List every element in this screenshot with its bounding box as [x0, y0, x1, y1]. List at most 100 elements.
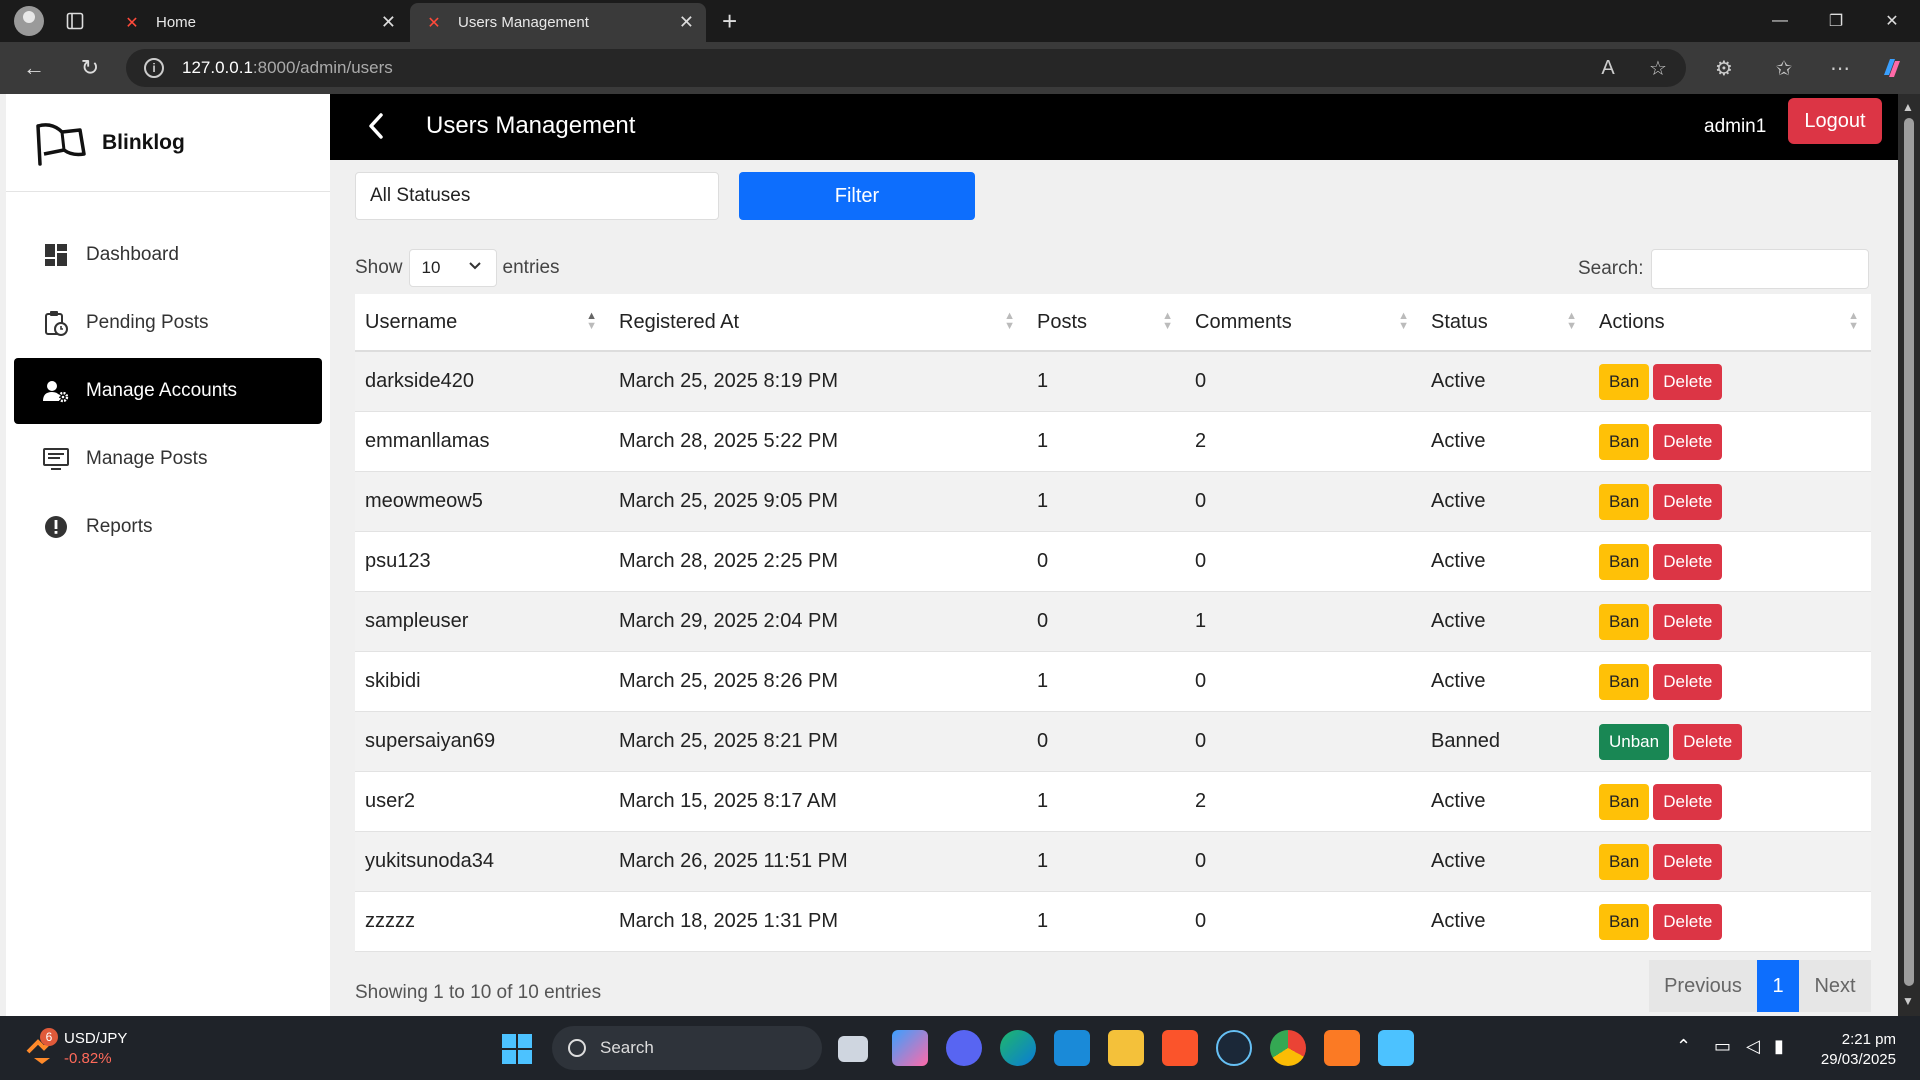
- column-header-comments[interactable]: Comments ▲ ▼: [1185, 293, 1421, 351]
- delete-button[interactable]: Delete: [1653, 843, 1723, 880]
- close-window-icon[interactable]: ✕: [1864, 0, 1920, 42]
- previous-page-button[interactable]: Previous: [1649, 960, 1757, 1012]
- registered-at-cell: March 18, 2025 1:31 PM: [619, 910, 839, 932]
- unban-button[interactable]: Unban: [1599, 723, 1670, 760]
- delete-button[interactable]: Delete: [1653, 903, 1723, 940]
- comments-cell: 0: [1195, 370, 1207, 392]
- status-cell: Active: [1431, 670, 1486, 692]
- sidebar-item-reports[interactable]: Reports: [14, 494, 322, 560]
- windows-start-icon[interactable]: [502, 1034, 532, 1064]
- steam-icon[interactable]: [1216, 1030, 1252, 1066]
- more-menu-icon[interactable]: ⋯: [1824, 52, 1856, 84]
- table-body: darkside420 March 25, 2025 8:19 PM 1 0 Activ…: [355, 352, 1871, 952]
- notepad-icon[interactable]: [1378, 1030, 1414, 1066]
- favorite-star-icon[interactable]: ☆: [1642, 52, 1674, 84]
- screen: ✕ Home ✕ ✕ Users Management ✕ + — ❐ ✕ ← …: [0, 0, 1920, 1080]
- ban-button[interactable]: Ban: [1599, 783, 1650, 820]
- delete-button[interactable]: Delete: [1653, 543, 1723, 580]
- ban-button[interactable]: Ban: [1599, 843, 1650, 880]
- copilot-app-icon[interactable]: [892, 1030, 928, 1066]
- delete-button[interactable]: Delete: [1653, 663, 1723, 700]
- ban-button[interactable]: Ban: [1599, 483, 1650, 520]
- reload-icon[interactable]: ↻: [74, 52, 106, 84]
- show-label: Show: [355, 257, 403, 278]
- comments-cell: 0: [1195, 670, 1207, 692]
- scroll-down-icon[interactable]: ▼: [1902, 994, 1914, 1008]
- delete-button[interactable]: Delete: [1653, 483, 1723, 520]
- taskbar-search[interactable]: Search: [552, 1026, 822, 1070]
- battery-icon[interactable]: ▮: [1774, 1036, 1784, 1057]
- restore-icon[interactable]: ❐: [1808, 0, 1864, 42]
- delete-button[interactable]: Delete: [1653, 363, 1723, 400]
- delete-button[interactable]: Delete: [1653, 783, 1723, 820]
- column-header-status[interactable]: Status ▲ ▼: [1421, 293, 1589, 351]
- task-view-icon[interactable]: [838, 1036, 868, 1062]
- ban-button[interactable]: Ban: [1599, 603, 1650, 640]
- volume-icon[interactable]: ◁: [1746, 1036, 1760, 1057]
- extensions-icon[interactable]: ⚙: [1708, 52, 1740, 84]
- ban-button[interactable]: Ban: [1599, 363, 1650, 400]
- delete-button[interactable]: Delete: [1673, 723, 1743, 760]
- posts-cell: 1: [1037, 670, 1049, 692]
- column-header-actions[interactable]: Actions ▲ ▼: [1589, 293, 1871, 351]
- sidebar-item-manage-posts[interactable]: Manage Posts: [14, 426, 322, 492]
- favorites-icon[interactable]: ✩: [1768, 52, 1800, 84]
- ticker-name[interactable]: USD/JPY: [64, 1030, 127, 1047]
- chevron-left-icon[interactable]: [358, 108, 394, 144]
- column-header-posts[interactable]: Posts ▲ ▼: [1027, 293, 1185, 351]
- sidebar-item-manage-accounts[interactable]: Manage Accounts: [14, 358, 322, 424]
- search-icon: [568, 1039, 586, 1057]
- sidebar-item-pending-posts[interactable]: Pending Posts: [14, 290, 322, 356]
- scroll-up-icon[interactable]: ▲: [1902, 100, 1914, 114]
- info-icon[interactable]: i: [144, 58, 164, 78]
- discord-icon[interactable]: [946, 1030, 982, 1066]
- notification-badge: 6: [40, 1028, 58, 1046]
- display-icon[interactable]: ▭: [1714, 1036, 1731, 1057]
- logout-button[interactable]: Logout: [1788, 98, 1882, 144]
- chevron-up-icon[interactable]: ⌃: [1676, 1036, 1691, 1057]
- ban-button[interactable]: Ban: [1599, 663, 1650, 700]
- edge-icon[interactable]: [1000, 1030, 1036, 1066]
- vscode-icon[interactable]: [1054, 1030, 1090, 1066]
- ban-button[interactable]: Ban: [1599, 903, 1650, 940]
- status-filter-select[interactable]: All Statuses: [355, 172, 719, 220]
- close-tab-icon[interactable]: ✕: [679, 12, 694, 33]
- ban-button[interactable]: Ban: [1599, 423, 1650, 460]
- search-input[interactable]: [1651, 249, 1870, 289]
- page-1-button[interactable]: 1: [1757, 960, 1799, 1012]
- page-scrollbar[interactable]: ▲ ▼: [1898, 94, 1920, 1016]
- registered-at-cell: March 28, 2025 5:22 PM: [619, 430, 839, 452]
- registered-at-cell: March 25, 2025 8:26 PM: [619, 670, 839, 692]
- back-arrow-icon[interactable]: ←: [18, 52, 50, 84]
- tab-label: Home: [156, 14, 197, 31]
- tab-home[interactable]: ✕ Home ✕: [108, 3, 408, 42]
- xampp-icon[interactable]: [1324, 1030, 1360, 1066]
- new-tab-icon[interactable]: +: [722, 6, 737, 37]
- close-tab-icon[interactable]: ✕: [381, 12, 396, 33]
- chrome-icon[interactable]: [1270, 1030, 1306, 1066]
- read-aloud-icon[interactable]: A: [1592, 52, 1624, 84]
- copilot-icon[interactable]: [1876, 52, 1908, 84]
- posts-cell: 1: [1037, 850, 1049, 872]
- next-page-button[interactable]: Next: [1799, 960, 1871, 1012]
- brave-icon[interactable]: [1162, 1030, 1198, 1066]
- delete-button[interactable]: Delete: [1653, 603, 1723, 640]
- entries-length-select[interactable]: 10: [408, 249, 497, 287]
- column-header-username[interactable]: Username ▲ ▼: [355, 293, 609, 351]
- brand[interactable]: Blinklog: [6, 94, 330, 192]
- sidebar-item-dashboard[interactable]: Dashboard: [14, 222, 322, 288]
- comments-cell: 2: [1195, 430, 1207, 452]
- column-header-registered-at[interactable]: Registered At ▲ ▼: [609, 293, 1027, 351]
- profile-avatar[interactable]: [14, 6, 44, 36]
- system-clock[interactable]: 2:21 pm 29/03/2025: [1800, 1030, 1896, 1070]
- delete-button[interactable]: Delete: [1653, 423, 1723, 460]
- filter-button[interactable]: Filter: [739, 172, 975, 220]
- ban-button[interactable]: Ban: [1599, 543, 1650, 580]
- tab-actions-icon[interactable]: [60, 6, 90, 36]
- address-bar[interactable]: i 127.0.0.1:8000/admin/users: [126, 49, 1686, 87]
- minimize-icon[interactable]: —: [1752, 0, 1808, 42]
- scrollbar-thumb[interactable]: [1904, 118, 1914, 986]
- browser-toolbar: ← ↻ i 127.0.0.1:8000/admin/users A ☆ ⚙ ✩…: [0, 42, 1920, 94]
- tab-users-management[interactable]: ✕ Users Management ✕: [410, 3, 706, 42]
- file-explorer-icon[interactable]: [1108, 1030, 1144, 1066]
